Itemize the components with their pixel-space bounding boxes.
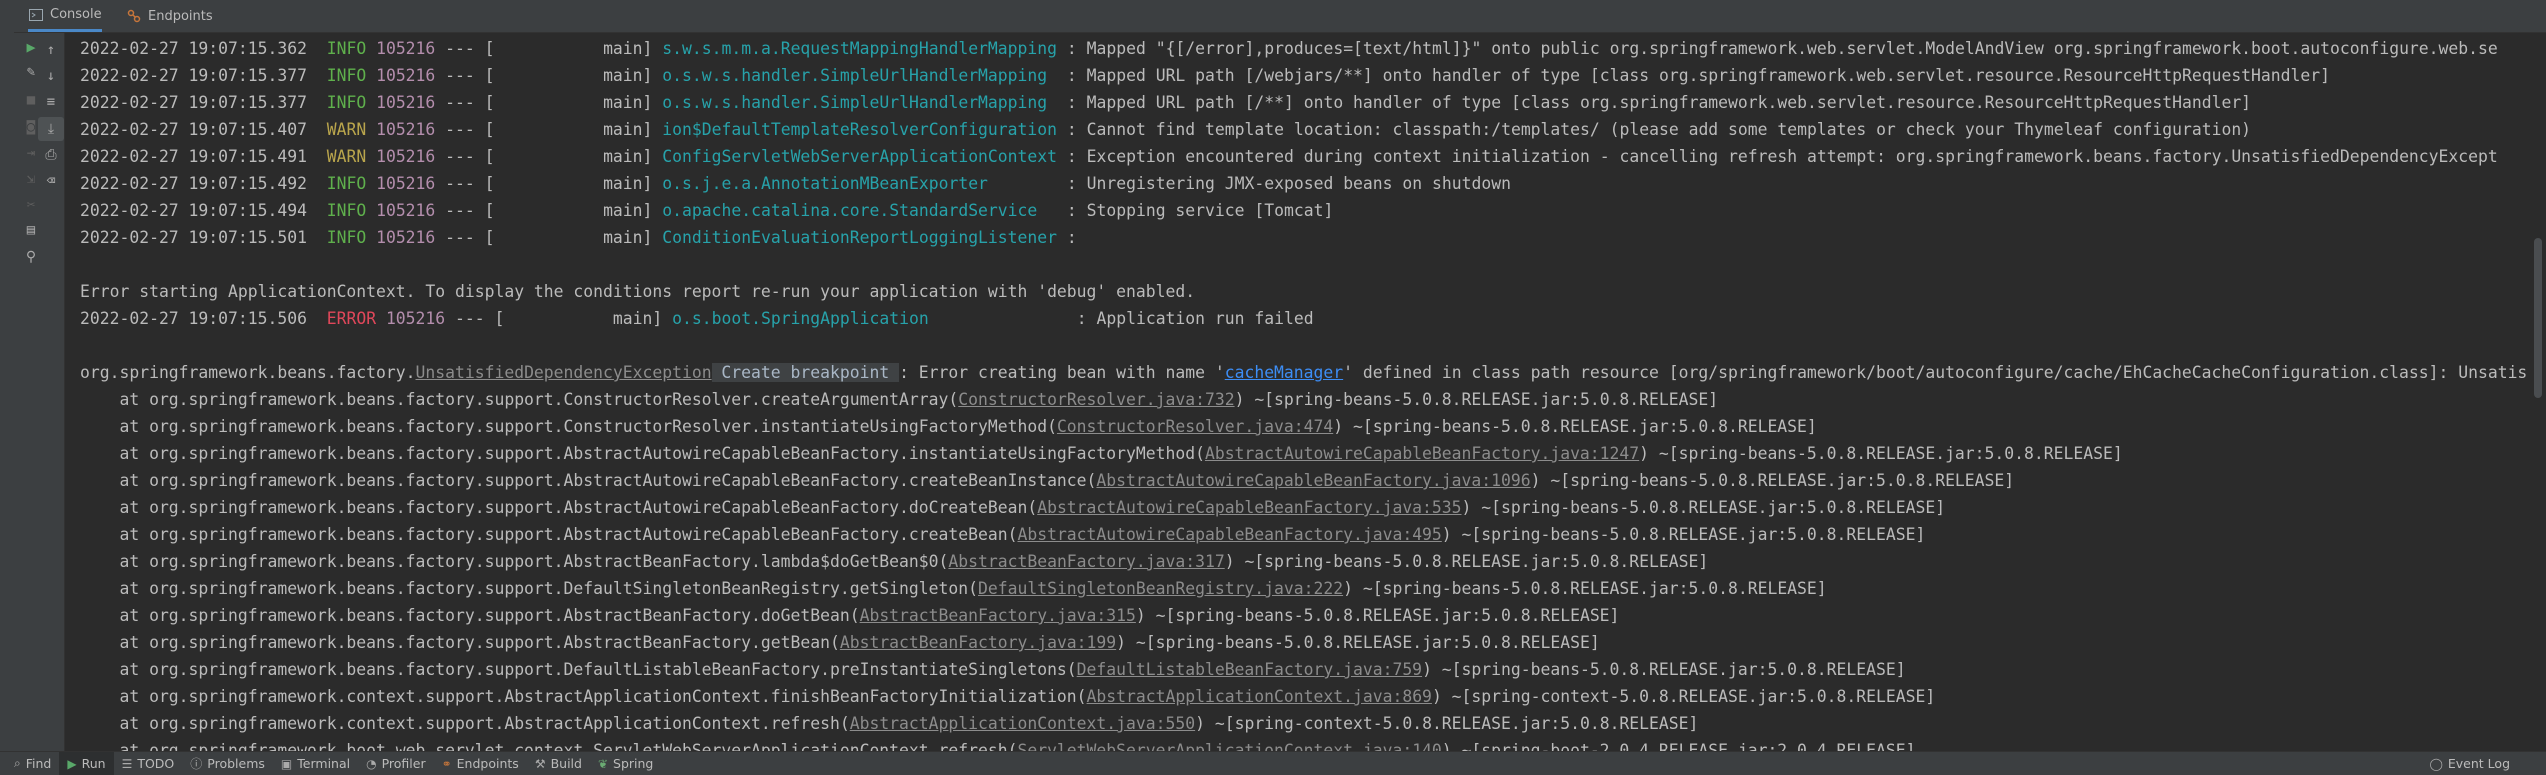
bottom-tab-problems[interactable]: ⓘ Problems <box>182 752 273 775</box>
tab-label: Endpoints <box>148 8 213 24</box>
left-tool-strip <box>0 0 15 752</box>
terminal-icon: ▣ <box>280 756 293 771</box>
log-line: 2022-02-27 19:07:15.377 INFO 105216 --- … <box>80 66 2330 85</box>
bottom-tab-find[interactable]: ⌕ Find <box>6 752 59 775</box>
soft-wrap-icon: ≡ <box>46 94 56 110</box>
stack-frame: at org.springframework.beans.factory.sup… <box>80 525 1926 544</box>
soft-wrap-button[interactable]: ≡ <box>38 90 64 114</box>
stack-frame: at org.springframework.beans.factory.sup… <box>80 606 1620 625</box>
export-icon: ⇲ <box>26 171 36 187</box>
scrollbar-thumb[interactable] <box>2534 238 2542 398</box>
pin-icon: ⚲ <box>25 249 37 265</box>
bottom-tool-window-bar: ⌕ Find ▶ Run ☰ TODO ⓘ Problems ▣ Terminal ◔ Pr… <box>0 751 2546 775</box>
source-link[interactable]: AbstractApplicationContext.java:550 <box>850 714 1195 733</box>
tab-label: Console <box>50 7 102 22</box>
bottom-tab-run[interactable]: ▶ Run <box>59 752 114 775</box>
source-link[interactable]: AbstractAutowireCapableBeanFactory.java:… <box>1205 444 1639 463</box>
down-arrow-icon: ↓ <box>46 68 56 84</box>
source-link[interactable]: AbstractBeanFactory.java:317 <box>948 552 1224 571</box>
rerun-icon: ▶ <box>26 38 36 56</box>
source-link[interactable]: AbstractAutowireCapableBeanFactory.java:… <box>1096 471 1530 490</box>
bottom-tab-spring[interactable]: ❦ Spring <box>590 752 661 775</box>
log-line-error: 2022-02-27 19:07:15.506 ERROR 105216 ---… <box>80 309 1314 328</box>
camera-icon: ◙ <box>26 119 36 135</box>
stack-frame: at org.springframework.beans.factory.sup… <box>80 471 2015 490</box>
bottom-tab-build[interactable]: ⚒ Build <box>527 752 590 775</box>
run-tabbar: Console Endpoints <box>14 0 2546 33</box>
stack-frame: at org.springframework.beans.factory.sup… <box>80 390 1719 409</box>
stack-frame: at org.springframework.context.support.A… <box>80 714 1699 733</box>
endpoints-icon: ⚭ <box>441 756 452 771</box>
stack-frame: at org.springframework.beans.factory.sup… <box>80 444 2123 463</box>
source-link[interactable]: AbstractBeanFactory.java:199 <box>840 633 1116 652</box>
bottom-tab-todo[interactable]: ☰ TODO <box>114 752 183 775</box>
cut-button[interactable]: ✂ <box>18 193 44 217</box>
create-breakpoint-tooltip[interactable]: Create breakpoint <box>711 363 900 382</box>
layout-button[interactable]: ▤ <box>18 218 44 242</box>
log-line: 2022-02-27 19:07:15.491 WARN 105216 --- … <box>80 147 2498 166</box>
run-toolbar: ▶ ✎ ■ ◙ ⇥ ⇲ ✂ ▤ ⚲ ↑ ↓ ≡ ⤓ ⎙ ⌫ <box>14 33 65 752</box>
source-link[interactable]: AbstractApplicationContext.java:869 <box>1087 687 1432 706</box>
stack-frame: at org.springframework.beans.factory.sup… <box>80 552 1709 571</box>
stack-frame: at org.springframework.boot.web.servlet.… <box>80 737 1915 752</box>
stop-icon: ■ <box>26 92 36 108</box>
profiler-icon: ◔ <box>366 756 377 771</box>
source-link[interactable]: AbstractBeanFactory.java:315 <box>860 606 1136 625</box>
source-link[interactable]: DefaultListableBeanFactory.java:759 <box>1077 660 1422 679</box>
bean-link[interactable]: cacheManager <box>1225 363 1343 382</box>
spring-icon: ❦ <box>597 756 609 771</box>
exit-icon: ⇥ <box>26 145 36 161</box>
log-line: 2022-02-27 19:07:15.501 INFO 105216 --- … <box>80 228 1087 247</box>
console-output[interactable]: 2022-02-27 19:07:15.362 INFO 105216 --- … <box>66 33 2526 752</box>
tab-endpoints[interactable]: Endpoints <box>126 0 213 32</box>
tab-console[interactable]: Console <box>28 0 102 32</box>
bottom-tab-endpoints[interactable]: ⚭ Endpoints <box>434 752 527 775</box>
bottom-tab-terminal[interactable]: ▣ Terminal <box>273 752 358 775</box>
source-link[interactable]: AbstractAutowireCapableBeanFactory.java:… <box>1017 525 1441 544</box>
bottom-tab-profiler[interactable]: ◔ Profiler <box>358 752 434 775</box>
stack-frame: at org.springframework.beans.factory.sup… <box>80 417 1817 436</box>
error-message: Error starting ApplicationContext. To di… <box>80 282 1196 301</box>
log-line: 2022-02-27 19:07:15.494 INFO 105216 --- … <box>80 201 1334 220</box>
exception-class-link[interactable]: UnsatisfiedDependencyException <box>416 363 712 382</box>
scroll-to-end-icon: ⤓ <box>47 121 55 137</box>
layout-icon: ▤ <box>26 222 36 238</box>
todo-icon: ☰ <box>121 756 133 771</box>
event-log-button[interactable]: ◯ Event Log <box>2421 752 2518 775</box>
build-icon: ⚒ <box>534 756 546 771</box>
log-line: 2022-02-27 19:07:15.362 INFO 105216 --- … <box>80 39 2498 58</box>
run-icon: ▶ <box>67 756 77 771</box>
source-link[interactable]: DefaultSingletonBeanRegistry.java:222 <box>978 579 1343 598</box>
scroll-to-end-button[interactable]: ⤓ <box>38 117 64 141</box>
cut-icon: ✂ <box>26 197 36 213</box>
trash-icon: ⌫ <box>46 173 56 189</box>
search-icon: ⌕ <box>14 756 21 770</box>
stack-frame: at org.springframework.beans.factory.sup… <box>80 579 1827 598</box>
event-log-icon: ◯ <box>2429 756 2443 771</box>
log-line: 2022-02-27 19:07:15.377 INFO 105216 --- … <box>80 93 2252 112</box>
stack-frame: at org.springframework.beans.factory.sup… <box>80 660 1906 679</box>
vertical-scrollbar[interactable] <box>2526 33 2546 752</box>
source-link[interactable]: ConstructorResolver.java:474 <box>1057 417 1333 436</box>
problems-icon: ⓘ <box>190 757 203 771</box>
source-link[interactable]: ConstructorResolver.java:732 <box>958 390 1234 409</box>
clear-button[interactable]: ⌫ <box>38 169 64 193</box>
pin-button[interactable]: ⚲ <box>18 245 44 269</box>
stack-frame: at org.springframework.context.support.A… <box>80 687 1936 706</box>
print-button[interactable]: ⎙ <box>38 143 64 167</box>
stack-frame: at org.springframework.beans.factory.sup… <box>80 633 1600 652</box>
console-icon <box>28 7 44 23</box>
print-icon: ⎙ <box>45 147 57 163</box>
stack-frame: at org.springframework.beans.factory.sup… <box>80 498 1946 517</box>
exception-line: org.springframework.beans.factory.Unsati… <box>80 363 2526 382</box>
up-arrow-icon: ↑ <box>46 42 56 58</box>
log-line: 2022-02-27 19:07:15.407 WARN 105216 --- … <box>80 120 2252 139</box>
wrench-icon: ✎ <box>26 64 36 80</box>
down-button[interactable]: ↓ <box>38 64 64 88</box>
source-link[interactable]: AbstractAutowireCapableBeanFactory.java:… <box>1037 498 1461 517</box>
log-line: 2022-02-27 19:07:15.492 INFO 105216 --- … <box>80 174 1511 193</box>
endpoints-icon <box>126 8 142 24</box>
up-button[interactable]: ↑ <box>38 38 64 62</box>
